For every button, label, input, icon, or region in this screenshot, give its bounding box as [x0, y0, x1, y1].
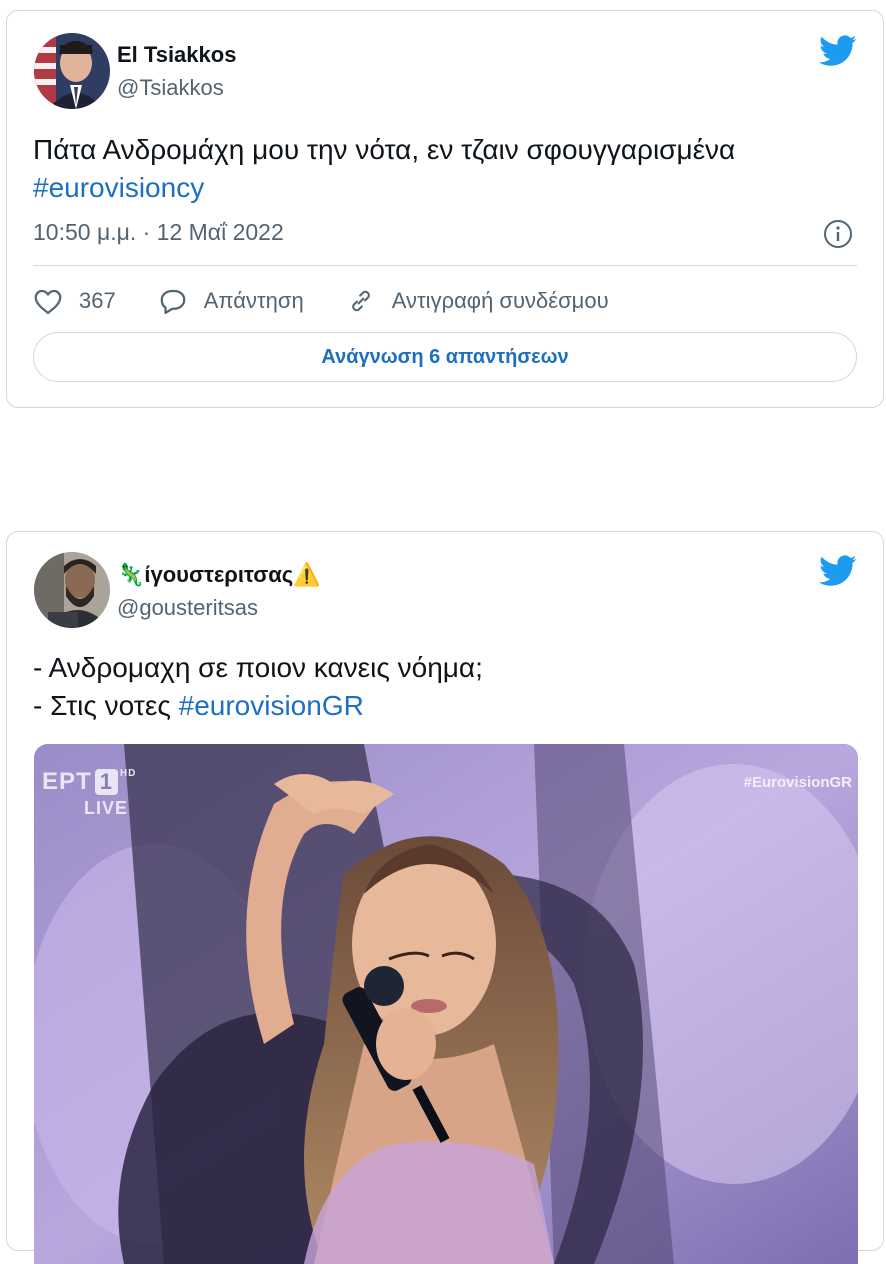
stage-performer-image — [34, 744, 858, 1264]
tweet-actions: 367 Απάντηση Αντιγραφή συνδέσμου — [33, 283, 651, 319]
channel-logo: ΕΡΤ 1 HD — [42, 768, 136, 796]
tweet-text: Πάτα Ανδρομάχη μου την νότα, εν τζαιν σφ… — [33, 131, 735, 207]
avatar[interactable] — [34, 552, 110, 628]
hashtag-link[interactable]: #eurovisionGR — [179, 690, 364, 721]
reply-button[interactable]: Απάντηση — [158, 287, 304, 315]
author-handle[interactable]: @gousteritsas — [117, 595, 258, 621]
divider — [33, 265, 857, 266]
channel-hd-label: HD — [119, 768, 137, 779]
read-replies-button[interactable]: Ανάγνωση 6 απαντήσεων — [33, 332, 857, 382]
tweet-media-image[interactable]: ΕΡΤ 1 HD LIVE #EurovisionGR — [34, 744, 858, 1264]
copy-link-label: Αντιγραφή συνδέσμου — [391, 288, 609, 313]
twitter-bird-icon[interactable] — [819, 555, 857, 587]
heart-icon — [34, 289, 62, 315]
like-count: 367 — [79, 288, 116, 313]
like-button[interactable]: 367 — [33, 287, 116, 315]
avatar[interactable] — [34, 33, 110, 109]
overlay-hashtag: #EurovisionGR — [743, 774, 852, 791]
tweet-text: - Ανδρομαχη σε ποιον κανεις νόημα; - Στι… — [33, 649, 483, 725]
channel-number: 1 — [94, 769, 118, 795]
copy-link-button[interactable]: Αντιγραφή συνδέσμου — [346, 287, 609, 315]
channel-logo-text: ΕΡΤ — [42, 768, 92, 795]
tweet-text-line: - Στις νοτες — [33, 690, 179, 721]
twitter-bird-icon[interactable] — [819, 35, 857, 67]
tweet-card: El Tsiakkos @Tsiakkos Πάτα Ανδρομάχη μου… — [6, 10, 884, 408]
author-name[interactable]: El Tsiakkos — [117, 42, 236, 68]
hashtag-link[interactable]: #eurovisioncy — [33, 172, 204, 203]
tweet-card: 🦎ίγουστεριτσας⚠️ @gousteritsas - Ανδρομα… — [6, 531, 884, 1264]
reply-bubble-icon — [160, 289, 186, 314]
author-handle[interactable]: @Tsiakkos — [117, 75, 224, 101]
info-icon[interactable] — [823, 219, 853, 249]
link-icon — [351, 290, 370, 312]
tweet-text-line: - Ανδρομαχη σε ποιον κανεις νόημα; — [33, 652, 483, 683]
tweet-timestamp[interactable]: 10:50 μ.μ. · 12 Μαΐ 2022 — [33, 219, 284, 246]
live-label: LIVE — [84, 798, 129, 818]
reply-label: Απάντηση — [203, 288, 304, 313]
author-name[interactable]: 🦎ίγουστεριτσας⚠️ — [117, 562, 321, 588]
tweet-text-line: Πάτα Ανδρομάχη μου την νότα, εν τζαιν σφ… — [33, 134, 736, 165]
